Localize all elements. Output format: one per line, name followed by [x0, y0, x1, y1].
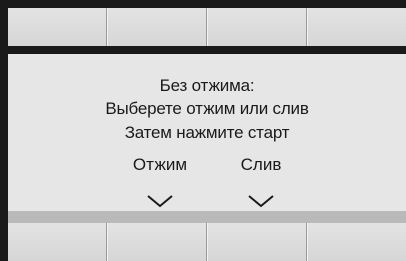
- option-spin-label: Отжим: [132, 155, 188, 174]
- message-line-2: Выберете отжим или слив: [105, 99, 309, 118]
- message-line-3: Затем нажмите старт: [124, 123, 290, 142]
- bottom-softkey-1[interactable]: [8, 223, 107, 261]
- top-softkey-bar: [8, 8, 406, 46]
- top-softkey-3[interactable]: [207, 8, 307, 46]
- chevron-down-icon: [248, 195, 274, 208]
- screen-footer-strip: [8, 211, 406, 223]
- bezel-divider: [8, 46, 406, 54]
- top-softkey-2[interactable]: [107, 8, 207, 46]
- bottom-softkey-4[interactable]: [307, 223, 406, 261]
- bottom-softkey-2-spin[interactable]: [107, 223, 207, 261]
- bottom-softkey-bar: [8, 223, 406, 261]
- option-drain-label: Слив: [240, 155, 282, 174]
- top-softkey-1[interactable]: [8, 8, 107, 46]
- bottom-softkey-3-drain[interactable]: [207, 223, 307, 261]
- message-line-1: Без отжима:: [159, 76, 255, 95]
- chevron-down-icon: [147, 195, 173, 208]
- control-panel: Без отжима: Выберете отжим или слив Зате…: [0, 0, 406, 261]
- top-softkey-4[interactable]: [307, 8, 406, 46]
